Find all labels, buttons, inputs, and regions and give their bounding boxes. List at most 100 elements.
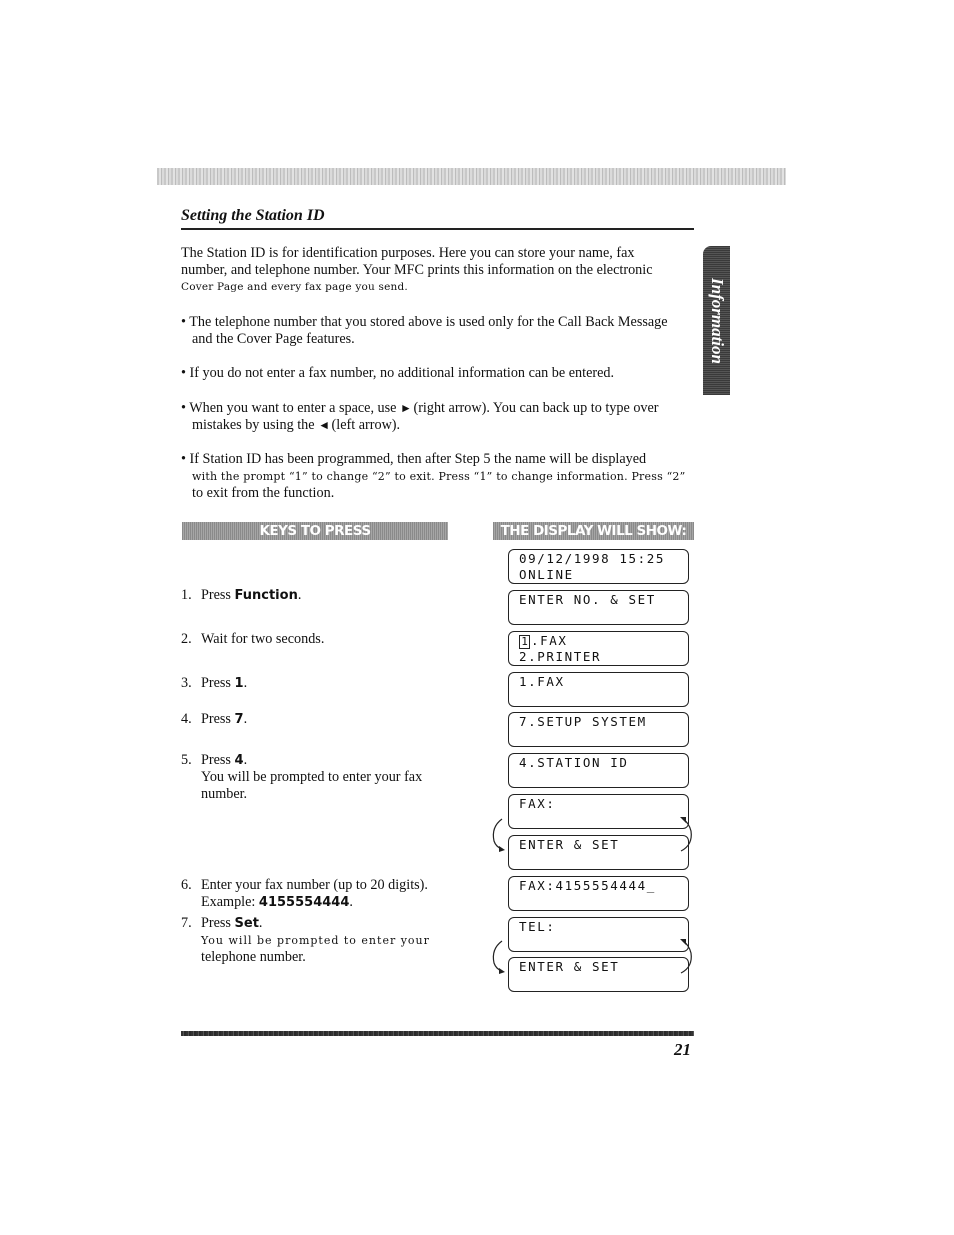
step-text: Enter your fax number (up to 20 digits).: [201, 877, 428, 893]
step-4: 4. Press 7.: [181, 711, 247, 728]
side-tab-label: Information: [707, 277, 727, 364]
lcd-line: 4.STATION ID: [519, 755, 629, 770]
bullet-line: • If you do not enter a fax number, no a…: [181, 365, 615, 381]
bullet-line: with the prompt “1” to change “2” to exi…: [192, 470, 686, 483]
title-rule: [181, 228, 694, 230]
cycle-arrow-left-icon: [492, 940, 505, 974]
cycle-arrow-right-icon: [680, 817, 692, 852]
lcd-display: 1.FAX: [508, 672, 689, 707]
step-text: Press: [201, 675, 235, 691]
step-5: 5. Press 4. You will be prompted to enter…: [181, 752, 422, 803]
lcd-display: 7.SETUP SYSTEM: [508, 712, 689, 747]
lcd-display: FAX:4155554444_: [508, 876, 689, 911]
left-arrow-icon: ◄: [318, 418, 330, 432]
key-label: 7: [234, 712, 244, 727]
key-label: 4155554444: [258, 895, 350, 910]
cursor-highlight: 1: [519, 635, 530, 649]
bullet-text: (left arrow).: [328, 417, 401, 433]
display-will-show-header: THE DISPLAY WILL SHOW:: [493, 522, 694, 540]
lcd-line: ONLINE: [519, 567, 574, 582]
step-text: Press: [201, 752, 235, 768]
bullet-item: • If you do not enter a fax number, no a…: [181, 365, 695, 382]
step-text: .: [297, 587, 302, 603]
right-arrow-icon: ►: [400, 401, 412, 415]
lcd-line: ENTER & SET: [519, 959, 620, 974]
header-decoration-band: [157, 168, 786, 185]
step-number: 3.: [181, 675, 192, 691]
intro-line: The Station ID is for identification pur…: [181, 245, 635, 261]
lcd-line: 2.PRINTER: [519, 649, 602, 664]
side-tab-information: Information: [703, 246, 730, 395]
step-text: .: [243, 711, 248, 727]
key-label: Set: [234, 916, 259, 931]
step-1: 1. Press Function.: [181, 587, 301, 604]
bullet-line: to exit from the function.: [192, 485, 335, 501]
keys-to-press-header: KEYS TO PRESS: [182, 522, 448, 540]
step-number: 5.: [181, 752, 192, 768]
bullet-line: mistakes by using the ◄ (left arrow).: [181, 417, 695, 434]
step-continuation: telephone number.: [201, 949, 306, 965]
step-number: 1.: [181, 587, 192, 603]
step-text: .: [243, 752, 248, 768]
lcd-line: ENTER & SET: [519, 837, 620, 852]
lcd-line: 1.FAX: [519, 633, 688, 649]
step-number: 4.: [181, 711, 192, 727]
lcd-text: .FAX: [531, 633, 568, 648]
lcd-line: 7.SETUP SYSTEM: [519, 714, 647, 729]
lcd-line: FAX:: [519, 796, 556, 811]
footer-rule: [181, 1031, 694, 1036]
intro-line: number, and telephone number. Your MFC p…: [181, 262, 653, 278]
lcd-display: 09/12/1998 15:25 ONLINE: [508, 549, 689, 584]
step-3: 3. Press 1.: [181, 675, 247, 692]
step-continuation: number.: [201, 786, 248, 802]
bullet-line: and the Cover Page features.: [192, 331, 355, 347]
bullet-item: • If Station ID has been programmed, the…: [181, 451, 695, 502]
step-text: Press: [201, 915, 235, 931]
step-7: 7. Press Set. You will be prompted to ent…: [181, 915, 430, 966]
lcd-display: TEL:: [508, 917, 689, 952]
bullet-line: • When you want to enter a space, use ► …: [181, 400, 695, 417]
lcd-display: 4.STATION ID: [508, 753, 689, 788]
lcd-display: ENTER NO. & SET: [508, 590, 689, 625]
lcd-line: TEL:: [519, 919, 556, 934]
page-number: 21: [674, 1040, 691, 1059]
step-continuation: You will be prompted to enter your: [201, 934, 430, 947]
bullet-line: • If Station ID has been programmed, the…: [181, 451, 647, 467]
key-label: 1: [234, 676, 244, 691]
step-text: .: [243, 675, 248, 691]
bullet-text: (right arrow). You can back up to type o…: [409, 400, 659, 416]
lcd-line: 1.FAX: [519, 674, 565, 689]
cycle-arrow-right-icon: [680, 939, 692, 974]
bullet-item: • When you want to enter a space, use ► …: [181, 400, 695, 434]
lcd-display: ENTER & SET: [508, 957, 689, 992]
key-label: 4: [234, 753, 244, 768]
lcd-display: 1 .FAX 2.PRINTER: [508, 631, 689, 666]
intro-paragraph: The Station ID is for identification pur…: [181, 245, 695, 296]
bullet-item: • The telephone number that you stored a…: [181, 314, 695, 348]
bullet-text: mistakes by using the: [192, 417, 319, 433]
lcd-display: ENTER & SET: [508, 835, 689, 870]
key-label: Function: [234, 588, 298, 603]
step-text: Example:: [201, 894, 259, 910]
step-text: .: [349, 894, 353, 910]
cycle-arrow-left-icon: [492, 818, 505, 852]
bullet-line: • The telephone number that you stored a…: [181, 314, 668, 330]
lcd-line: ENTER NO. & SET: [519, 592, 656, 607]
step-number: 7.: [181, 915, 192, 931]
intro-line: Cover Page and every fax page you send.: [181, 281, 408, 293]
step-continuation: You will be prompted to enter your fax: [201, 769, 423, 785]
section-title: Setting the Station ID: [181, 207, 325, 224]
step-number: 2.: [181, 631, 192, 647]
step-text: Press: [201, 711, 235, 727]
step-text: Press: [201, 587, 235, 603]
step-number: 6.: [181, 877, 192, 893]
lcd-line: 09/12/1998 15:25: [519, 551, 666, 566]
step-text: .: [258, 915, 263, 931]
lcd-line: FAX:4155554444_: [519, 878, 656, 893]
lcd-display: FAX:: [508, 794, 689, 829]
step-6: 6. Enter your fax number (up to 20 digits…: [181, 877, 428, 911]
step-2: 2. Wait for two seconds.: [181, 631, 324, 648]
step-continuation: Example: 4155554444.: [181, 894, 428, 911]
step-text: Wait for two seconds.: [201, 631, 325, 647]
bullet-text: • When you want to enter a space, use: [181, 400, 401, 416]
